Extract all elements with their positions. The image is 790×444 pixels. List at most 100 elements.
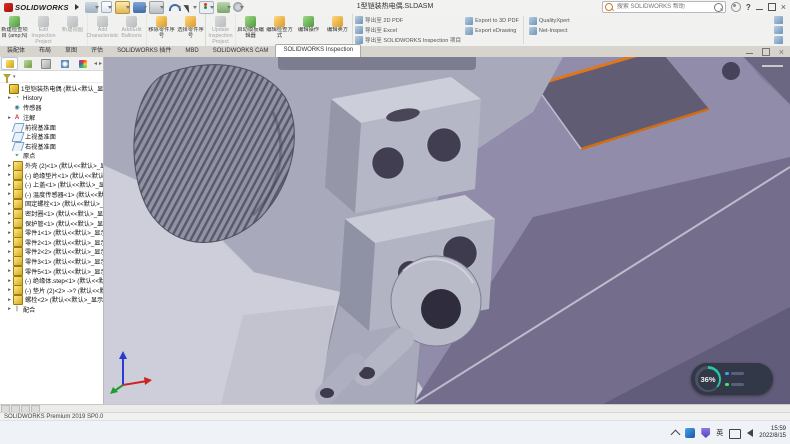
tree-item[interactable]: 零件5<1> (默认<<默认>_显示状态: [0, 266, 103, 276]
tree-item[interactable]: (-) 绝缘垫片<1> (默认<<默认>_显示: [0, 170, 103, 180]
tree-item[interactable]: 螺栓<2> (默认<<默认>_显示状态: [0, 295, 103, 305]
volume-icon[interactable]: [747, 429, 753, 437]
graphics-viewport[interactable]: 36%: [103, 57, 790, 404]
display-icon[interactable]: [217, 2, 230, 13]
expand-icon[interactable]: [6, 163, 13, 169]
expand-icon[interactable]: [6, 268, 13, 274]
select-balloons-button[interactable]: 选择零件序号: [176, 14, 206, 46]
clipped-export-buttons[interactable]: [774, 14, 790, 46]
expand-icon[interactable]: [6, 182, 13, 188]
search-input[interactable]: [615, 3, 712, 11]
panel-tab-pm[interactable]: [19, 57, 36, 70]
tree-item[interactable]: 零件3<1> (默认<<默认>_显示状态: [0, 257, 103, 267]
tree-item[interactable]: 保护管<1> (默认<<默认>_显示状态: [0, 218, 103, 228]
search-icon[interactable]: [714, 3, 723, 12]
tree-item[interactable]: 前视基准面: [0, 122, 103, 132]
doc-restore-button[interactable]: [762, 48, 770, 56]
tree-item[interactable]: 外壳 (2)<1> (默认<<默认>_显示状态: [0, 161, 103, 171]
tree-item[interactable]: 上视基准面: [0, 132, 103, 142]
help-button[interactable]: ?: [746, 3, 751, 12]
tree-item[interactable]: 原点: [0, 151, 103, 161]
export-button[interactable]: Net-Inspect: [529, 26, 570, 35]
expand-icon[interactable]: [6, 95, 13, 101]
tree-item[interactable]: 固定螺栓<1> (默认<<默认>_显示状: [0, 199, 103, 209]
expand-icon[interactable]: [6, 201, 13, 207]
tray-app-icon[interactable]: [685, 428, 695, 438]
undo-icon[interactable]: [167, 2, 180, 13]
export-button[interactable]: 导出至 SOLIDWORKS Inspection 项目: [355, 35, 461, 44]
panel-tab-prev-icon[interactable]: ◂: [94, 60, 97, 67]
tree-item[interactable]: 右视基准面: [0, 142, 103, 152]
expand-icon[interactable]: [6, 287, 13, 293]
doc-close-button[interactable]: ×: [779, 47, 784, 57]
close-button[interactable]: ×: [781, 2, 786, 12]
expand-icon[interactable]: [6, 172, 13, 178]
home-icon[interactable]: [85, 2, 98, 13]
print-icon[interactable]: [149, 1, 164, 14]
select-icon[interactable]: [183, 2, 196, 13]
export-button[interactable]: Export eDrawing: [465, 26, 519, 35]
recorder-overlay[interactable]: 36%: [691, 363, 773, 395]
help-search-box[interactable]: [602, 1, 726, 13]
expand-icon[interactable]: [6, 239, 13, 245]
tree-item[interactable]: (-) 绝缘体.step<1> (默认<<默认>_: [0, 276, 103, 286]
expand-icon[interactable]: [6, 191, 13, 197]
options-icon[interactable]: [233, 2, 243, 12]
tab-MBD[interactable]: MBD: [178, 46, 205, 57]
edit-operations-button[interactable]: 编辑操作: [294, 14, 323, 46]
tree-item[interactable]: (-) 垫片 (2)<2> ->? (默认<<默认>_: [0, 285, 103, 295]
panel-tab-next-icon[interactable]: ▸: [99, 60, 102, 67]
tree-item[interactable]: History: [0, 94, 103, 104]
tree-item[interactable]: (-) 温度传感器<1> (默认<<默认>_显: [0, 190, 103, 200]
expand-icon[interactable]: [6, 220, 13, 226]
ime-language-indicator[interactable]: 英: [716, 428, 723, 438]
expand-icon[interactable]: [6, 115, 13, 121]
export-button[interactable]: Export to 3D PDF: [465, 16, 519, 25]
tree-item[interactable]: (-) 上盖<1> (默认<<默认>_显示状态: [0, 180, 103, 190]
new-icon[interactable]: [101, 1, 112, 13]
security-shield-icon[interactable]: [701, 428, 710, 438]
tree-item[interactable]: 配合: [0, 305, 103, 315]
tab-SOLIDWORKS Inspection[interactable]: SOLIDWORKS Inspection: [275, 44, 361, 57]
tab-SOLIDWORKS 插件[interactable]: SOLIDWORKS 插件: [110, 46, 178, 57]
remove-balloons-button[interactable]: 移除零件序号: [147, 14, 176, 46]
model-canvas[interactable]: [103, 57, 790, 404]
user-account-icon[interactable]: [731, 2, 741, 12]
restore-button[interactable]: [768, 3, 776, 11]
launch-template-editor-button[interactable]: 启动模板编辑器: [236, 14, 265, 46]
expand-icon[interactable]: [6, 211, 13, 217]
doc-minimize-button[interactable]: [746, 53, 753, 55]
export-button[interactable]: QualityXpert: [529, 16, 570, 25]
headsup-view-toolbar[interactable]: [278, 57, 476, 70]
expand-icon[interactable]: [6, 249, 13, 255]
tree-item[interactable]: 传感器: [0, 103, 103, 113]
expand-icon[interactable]: [6, 306, 13, 312]
tree-filter-row[interactable]: ▾: [0, 71, 103, 83]
tab-SOLIDWORKS CAM[interactable]: SOLIDWORKS CAM: [206, 46, 276, 57]
menu-flyout-icon[interactable]: [75, 4, 79, 10]
edit-inspection-methods-button[interactable]: 编辑检查方式: [265, 14, 294, 46]
tree-item[interactable]: 密封圈<1> (默认<<默认>_显示状态: [0, 209, 103, 219]
display-tray-icon[interactable]: [729, 429, 741, 439]
tree-root-item[interactable]: 1型铠装热电偶 (默认<默认_显示状态>-1: [0, 84, 103, 94]
edit-vendors-button[interactable]: 编辑卖方: [323, 14, 353, 46]
tree-item[interactable]: 注解: [0, 113, 103, 123]
panel-tab-dim[interactable]: [56, 57, 73, 70]
tree-item[interactable]: 零件2<1> (默认<<默认>_显示状态: [0, 238, 103, 248]
tab-草图[interactable]: 草图: [58, 46, 84, 57]
tab-装配体[interactable]: 装配体: [0, 46, 32, 57]
tree-item[interactable]: 零件2<2> (默认<<默认>_显示状态: [0, 247, 103, 257]
tab-评估[interactable]: 评估: [84, 46, 110, 57]
hidden-icons-chevron-icon[interactable]: [671, 430, 681, 440]
new-inspection-project-button[interactable]: 新建检查项目 (amp;N): [0, 14, 29, 46]
save-icon[interactable]: [133, 2, 146, 13]
expand-icon[interactable]: [6, 297, 13, 303]
expand-icon[interactable]: [6, 278, 13, 284]
traffic-icon[interactable]: [199, 1, 214, 14]
export-button[interactable]: 导出至 2D PDF: [355, 16, 461, 25]
expand-icon[interactable]: [6, 258, 13, 264]
panel-tab-disp[interactable]: [75, 57, 92, 70]
expand-icon[interactable]: [6, 230, 13, 236]
taskbar-clock[interactable]: 15:59 2022/8/15: [759, 426, 786, 440]
open-icon[interactable]: [115, 1, 130, 14]
